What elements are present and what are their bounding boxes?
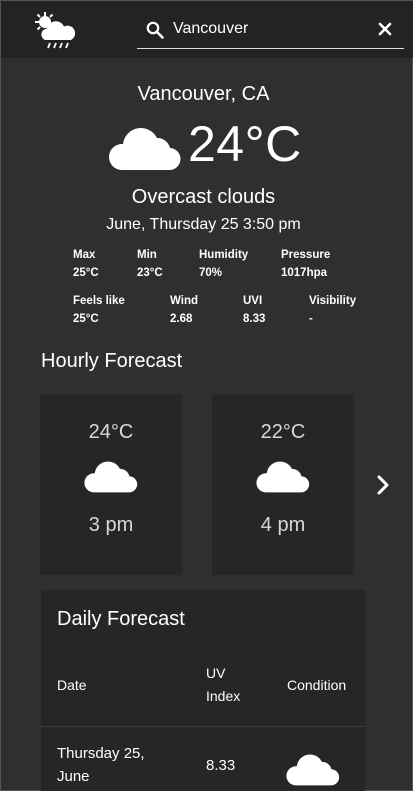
stat-value: 23°C [137, 267, 163, 279]
current-datetime: June, Thursday 25 3:50 pm [106, 216, 301, 233]
column-header-date: Date [57, 677, 87, 693]
stat-max: Max 25°C [73, 246, 99, 282]
weather-description: Overcast clouds [131, 186, 276, 208]
divider [41, 726, 365, 727]
sun-cloud-rain-icon [35, 12, 76, 49]
hourly-temperature: 24°C [88, 421, 134, 443]
hourly-time: 4 pm [260, 514, 306, 536]
city-name: Vancouver, CA [137, 83, 270, 105]
stat-feels-like: Feels like 25°C [73, 292, 125, 328]
cloud-icon [108, 128, 181, 171]
current-temperature: 24°C [188, 116, 302, 172]
stat-label: Max [73, 249, 96, 261]
stat-value: 1017hpa [281, 267, 328, 279]
stat-label: UVI [243, 295, 263, 307]
hourly-temperature: 22°C [260, 421, 306, 443]
cloud-icon [84, 461, 138, 493]
stat-label: Pressure [281, 249, 331, 261]
stat-label: Visibility [309, 295, 357, 307]
stat-value: 25°C [73, 313, 99, 325]
stat-wind: Wind 2.68 [170, 292, 198, 328]
daily-forecast-title: Daily Forecast [57, 608, 185, 630]
stat-label: Min [137, 249, 157, 261]
column-header-uv-line2: Index [206, 688, 241, 704]
daily-forecast-card: Daily Forecast Date UV Index Condition T… [41, 590, 365, 791]
search-bar [137, 10, 404, 49]
stat-value: - [309, 313, 313, 325]
column-header-condition: Condition [287, 677, 347, 693]
stat-min: Min 23°C [137, 246, 163, 282]
stat-value: 8.33 [243, 313, 266, 325]
hourly-time: 3 pm [88, 514, 134, 536]
hourly-card: 24°C 3 pm [40, 394, 182, 575]
stat-visibility: Visibility - [309, 292, 356, 328]
stat-label: Humidity [199, 249, 249, 261]
stat-value: 25°C [73, 267, 99, 279]
hourly-forecast-title: Hourly Forecast [41, 350, 183, 372]
chevron-right-icon[interactable] [373, 474, 393, 496]
stat-pressure: Pressure 1017hpa [281, 246, 330, 282]
column-header-uv-line1: UV [206, 665, 226, 681]
close-icon[interactable] [377, 21, 393, 37]
daily-row-uv: 8.33 [206, 757, 236, 774]
stat-value: 2.68 [170, 313, 193, 325]
cloud-icon [286, 754, 340, 786]
stat-label: Wind [170, 295, 198, 307]
stat-value: 70% [199, 267, 223, 279]
stat-humidity: Humidity 70% [199, 246, 248, 282]
stat-uvi: UVI 8.33 [243, 292, 265, 328]
hourly-card: 22°C 4 pm [212, 394, 354, 575]
top-bar [1, 1, 413, 58]
stat-label: Feels like [73, 295, 125, 307]
daily-date-line1: Thursday 25, [57, 745, 145, 762]
search-icon[interactable] [146, 21, 164, 39]
cloud-icon [256, 461, 310, 493]
search-input[interactable] [173, 16, 363, 42]
daily-row-date: Thursday 25, June [57, 742, 145, 788]
daily-date-line2: June [57, 768, 90, 785]
column-header-uv-index: UV Index [206, 662, 240, 708]
